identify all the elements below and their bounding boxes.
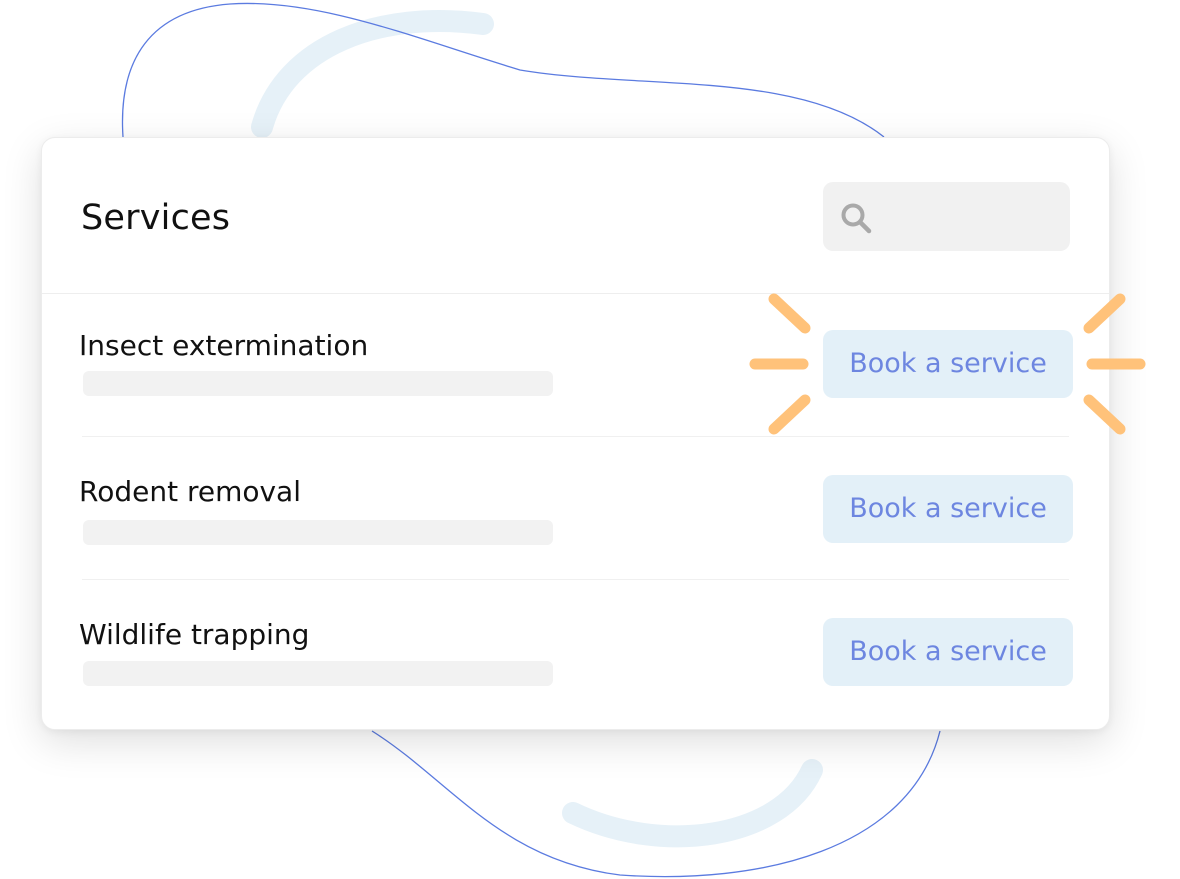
search-box[interactable] <box>823 182 1070 251</box>
book-service-button[interactable]: Book a service <box>823 618 1073 686</box>
description-placeholder <box>83 371 553 396</box>
decor-arc-top <box>251 10 494 138</box>
book-service-button[interactable]: Book a service <box>823 330 1073 398</box>
list-item: Insect extermination Book a service <box>42 294 1109 437</box>
stage: Services Insect extermination Book a ser… <box>0 0 1180 879</box>
book-service-button[interactable]: Book a service <box>823 475 1073 543</box>
decor-wave-top <box>121 2 885 138</box>
decor-wave-bottom <box>371 730 941 878</box>
search-input[interactable] <box>885 196 1059 238</box>
list-item: Wildlife trapping Book a service <box>42 580 1109 723</box>
service-name: Wildlife trapping <box>79 618 310 651</box>
card-header: Services <box>42 138 1109 294</box>
description-placeholder <box>83 520 553 545</box>
search-icon <box>841 203 872 234</box>
description-placeholder <box>83 661 553 686</box>
service-name: Insect extermination <box>79 329 369 362</box>
services-card: Services Insect extermination Book a ser… <box>41 137 1110 730</box>
service-name: Rodent removal <box>79 475 301 508</box>
decor-arc-bottom <box>562 759 823 848</box>
list-item: Rodent removal Book a service <box>42 437 1109 580</box>
page-title: Services <box>81 198 231 238</box>
